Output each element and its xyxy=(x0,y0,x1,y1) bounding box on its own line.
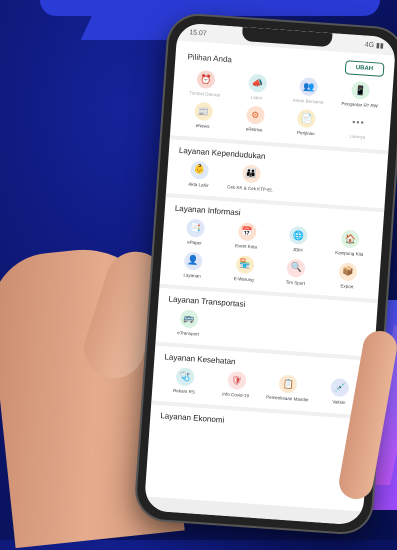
shop-icon: 🏪 xyxy=(235,254,255,274)
service-label: Pemeriksaan Mandiri xyxy=(265,394,309,403)
service-label: Aman Bersama xyxy=(292,97,324,105)
service-label: Tim Sport xyxy=(285,279,306,286)
service-label: Cek KK & Cek KTP-EL xyxy=(227,184,274,193)
service-label: Pengantar RT RW xyxy=(341,101,379,109)
health-icon: 🩺 xyxy=(175,367,195,387)
status-indicators: 4G ▮▮ xyxy=(364,41,384,50)
service-label: Layanan xyxy=(183,272,201,279)
service-item[interactable]: 👪 Cek KK & Cek KTP-EL xyxy=(224,163,277,193)
service-label: Event Kota xyxy=(234,243,258,250)
top-banner-shape xyxy=(40,0,380,16)
checkup-icon: 📋 xyxy=(278,374,298,394)
service-item[interactable]: 📄 Perijinan xyxy=(280,108,333,138)
service-item[interactable]: 👥 Aman Bersama xyxy=(282,76,335,106)
phone-doc-icon: 📱 xyxy=(351,80,371,100)
family-icon: 👪 xyxy=(241,164,261,184)
baby-icon: 👶 xyxy=(189,160,210,180)
user-icon: 👤 xyxy=(183,251,203,271)
service-item[interactable]: 🩺 Rekam RS xyxy=(158,366,211,396)
pilihan-title: Pilihan Anda xyxy=(187,51,233,64)
service-item[interactable]: ⏰ Tombol Darurat xyxy=(179,69,232,99)
alarm-icon: ⏰ xyxy=(196,69,216,90)
ubah-button[interactable]: UBAH xyxy=(344,60,385,77)
service-item[interactable]: 📑 ePaper xyxy=(168,218,221,248)
search-icon: 🔍 xyxy=(286,258,307,278)
service-label: Kampung Kita xyxy=(334,250,364,258)
service-item[interactable]: ••• Lainnya xyxy=(331,112,384,142)
service-label: JDIH xyxy=(292,247,303,253)
service-label: Info Covid-19 xyxy=(222,391,250,399)
service-label: Akta Lahir xyxy=(188,181,209,188)
house-icon: 🏠 xyxy=(340,229,360,249)
service-item[interactable]: 📰 eNews xyxy=(177,101,230,131)
service-item[interactable]: 🛡 Info Covid-19 xyxy=(210,370,263,400)
service-item[interactable]: 📅 Event Kota xyxy=(220,221,273,251)
service-label: Rekam RS xyxy=(172,388,196,395)
service-item[interactable]: 🔍 Tim Sport xyxy=(269,257,322,287)
service-label: E-Warung xyxy=(233,275,254,282)
service-label: Lainnya xyxy=(349,134,366,141)
calendar-icon: 📅 xyxy=(237,222,257,242)
service-item[interactable]: 📋 Pemeriksaan Mandiri xyxy=(261,374,314,404)
service-label: Vaksin xyxy=(332,399,346,406)
shield-icon: 🛡 xyxy=(227,371,247,391)
service-item[interactable]: 👤 Layanan xyxy=(166,250,219,280)
status-time: 15.07 xyxy=(188,28,207,37)
bus-icon: 🚌 xyxy=(179,309,199,329)
vaccine-icon: 💉 xyxy=(330,378,350,398)
service-label: eNews xyxy=(195,123,210,130)
service-label: Lapor xyxy=(250,94,263,101)
service-item[interactable]: 👶 Akta Lahir xyxy=(172,159,225,189)
service-item[interactable]: 📱 Pengantar RT RW xyxy=(334,80,387,110)
service-label: Tombol Darurat xyxy=(189,90,221,98)
service-item[interactable]: 📦 Export xyxy=(321,261,374,291)
service-label: eRetrive xyxy=(245,126,263,134)
service-label: Export xyxy=(340,283,354,289)
service-label: ePaper xyxy=(186,239,202,246)
paper-icon: 📑 xyxy=(185,218,206,238)
document-icon: 📄 xyxy=(297,109,317,129)
megaphone-icon: 📣 xyxy=(247,73,268,93)
service-label: eTransport xyxy=(177,330,200,337)
service-item[interactable]: ⚙ eRetrive xyxy=(228,105,281,135)
service-item[interactable]: 📣 Lapor xyxy=(230,72,283,102)
nav-bar xyxy=(143,496,364,526)
people-icon: 👥 xyxy=(299,77,319,97)
service-item[interactable]: 🌐 JDIH xyxy=(272,225,325,255)
more-icon: ••• xyxy=(348,113,369,133)
service-item[interactable]: 🏠 Kampung Kita xyxy=(323,228,376,258)
service-sections: Layanan Kependudukan 👶 Akta Lahir 👪 Cek KK &… xyxy=(149,134,389,438)
service-item[interactable]: 🏪 E-Warung xyxy=(218,253,271,283)
news-icon: 📰 xyxy=(193,102,214,122)
globe-icon: 🌐 xyxy=(289,225,309,246)
export-icon: 📦 xyxy=(338,261,358,282)
service-label: Perijinan xyxy=(296,130,315,137)
gear-icon: ⚙ xyxy=(245,105,265,126)
service-item[interactable]: 🚌 eTransport xyxy=(162,308,215,338)
